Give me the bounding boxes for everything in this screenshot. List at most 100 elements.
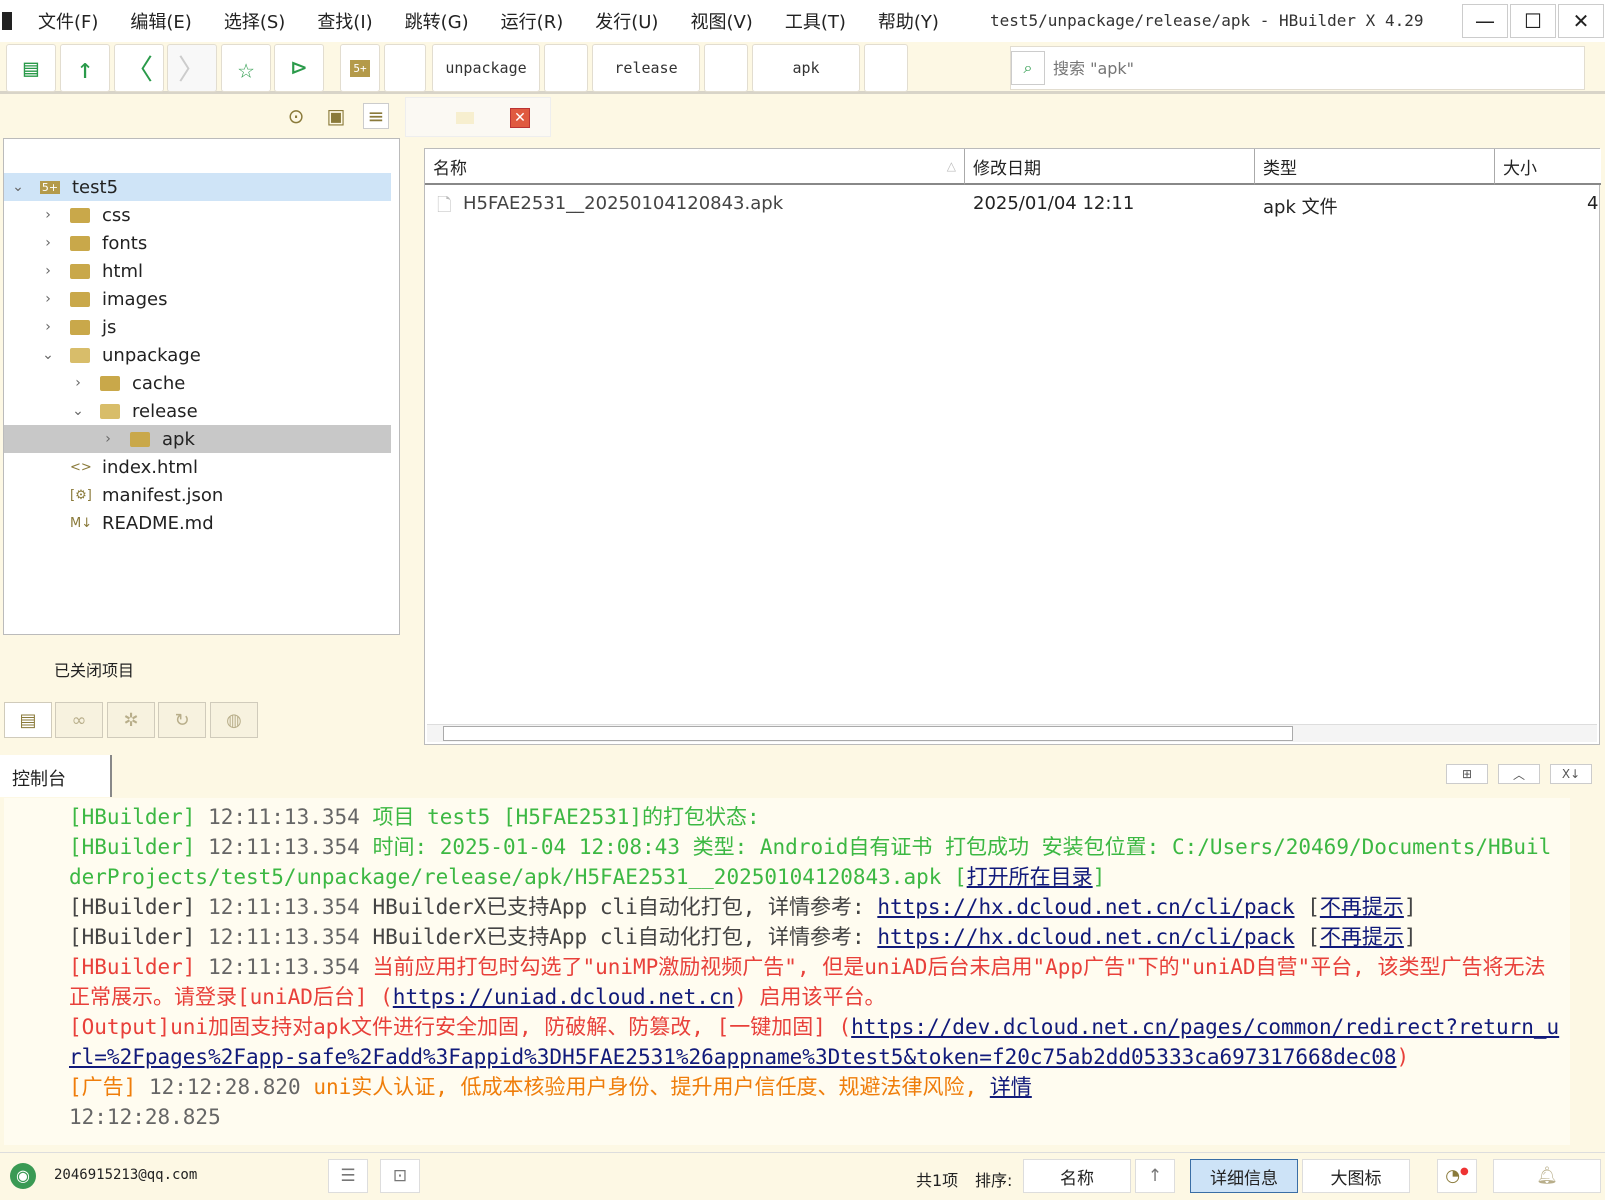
tree-item-label: unpackage: [102, 344, 201, 366]
search-input[interactable]: [1053, 58, 1553, 78]
breadcrumb-apk[interactable]: apk: [752, 44, 860, 92]
column-header-type[interactable]: 类型: [1255, 149, 1495, 185]
tree-item-unpackage[interactable]: ⌄ unpackage: [4, 341, 391, 369]
chevron-right-icon[interactable]: ›: [40, 319, 56, 335]
tree-item-cache[interactable]: › cache: [4, 369, 391, 397]
new-file-button[interactable]: ▤: [6, 44, 56, 92]
back-button[interactable]: 〈: [114, 44, 164, 92]
tree-item-html[interactable]: › html: [4, 257, 391, 285]
tree-item-js[interactable]: › js: [4, 313, 391, 341]
console-collapse-icon[interactable]: ︿: [1498, 764, 1540, 784]
browser-tab[interactable]: ◍: [210, 702, 258, 738]
console-link[interactable]: https://hx.dcloud.net.cn/cli/pack: [877, 925, 1294, 949]
column-header-size[interactable]: 大小: [1495, 149, 1601, 185]
git-tab[interactable]: ↻: [158, 702, 206, 738]
crumb-separator[interactable]: [384, 44, 426, 92]
scrollbar-thumb[interactable]: [443, 726, 1293, 741]
collapse-all-icon[interactable]: ▣: [323, 103, 349, 129]
tree-item-apk[interactable]: › apk: [4, 425, 391, 453]
chevron-down-icon[interactable]: ⌄: [10, 179, 26, 195]
editor-tab[interactable]: ✕: [405, 97, 551, 137]
tree-item-release[interactable]: ⌄ release: [4, 397, 391, 425]
chevron-down-icon[interactable]: ⌄: [70, 403, 86, 419]
notifications-button[interactable]: 🔔︎: [1493, 1159, 1601, 1193]
large-icon-view-button[interactable]: 大图标: [1302, 1159, 1410, 1193]
search-tab[interactable]: ∞: [55, 702, 103, 738]
menu-view[interactable]: 视图(V): [690, 8, 752, 34]
forward-button[interactable]: 〉: [167, 44, 217, 92]
column-header-date[interactable]: 修改日期: [965, 149, 1255, 185]
update-button[interactable]: ◔●: [1437, 1159, 1477, 1193]
console-link[interactable]: 不再提示: [1320, 925, 1404, 949]
up-button[interactable]: ↑: [60, 44, 110, 92]
menu-file[interactable]: 文件(F): [38, 8, 98, 34]
menu-publish[interactable]: 发行(U): [595, 8, 658, 34]
console-link[interactable]: 详情: [990, 1075, 1032, 1099]
menu-select[interactable]: 选择(S): [224, 8, 285, 34]
console-link[interactable]: 打开所在目录: [967, 865, 1093, 889]
console-link[interactable]: https://hx.dcloud.net.cn/cli/pack: [877, 895, 1294, 919]
crumb-separator[interactable]: [864, 44, 908, 92]
console-tab[interactable]: 控制台: [0, 755, 112, 797]
menu-goto[interactable]: 跳转(G): [405, 8, 469, 34]
chevron-right-icon[interactable]: ›: [100, 431, 116, 447]
menu-tools[interactable]: 工具(T): [785, 8, 846, 34]
chevron-right-icon[interactable]: ›: [40, 235, 56, 251]
chevron-right-icon[interactable]: ›: [40, 207, 56, 223]
user-email[interactable]: 2046915213@qq.com: [54, 1167, 197, 1183]
favorite-button[interactable]: ☆: [221, 44, 271, 92]
console-text: 12:11:13.354: [208, 805, 373, 829]
tree-item-index-html[interactable]: <> index.html: [4, 453, 391, 481]
horizontal-scrollbar[interactable]: [427, 724, 1597, 742]
crumb-separator[interactable]: [544, 44, 588, 92]
tree-item-test5[interactable]: ⌄ 5+ test5: [4, 173, 391, 201]
json-file-icon: [⚙]: [70, 487, 92, 503]
maximize-button[interactable]: ☐: [1510, 4, 1556, 38]
search-box[interactable]: ⌕: [1010, 46, 1585, 90]
locate-icon[interactable]: ⊙: [283, 103, 309, 129]
terminal-button[interactable]: ⊡: [380, 1159, 420, 1193]
breadcrumb-release[interactable]: release: [592, 44, 700, 92]
project-manager-tab[interactable]: ▤: [4, 702, 52, 738]
close-window-button[interactable]: ✕: [1558, 4, 1604, 38]
tree-item-images[interactable]: › images: [4, 285, 391, 313]
user-avatar-icon[interactable]: ◉: [10, 1163, 36, 1189]
menu-edit[interactable]: 编辑(E): [130, 8, 191, 34]
sort-field-button[interactable]: 名称: [1023, 1159, 1131, 1193]
tree-item-label: html: [102, 260, 144, 282]
chevron-right-icon[interactable]: ›: [70, 375, 86, 391]
console-line: [广告] 12:12:28.820 uni实人认证, 低成本核验用户身份、提升用…: [69, 1072, 1560, 1102]
menu-find[interactable]: 查找(I): [317, 8, 372, 34]
menu-help[interactable]: 帮助(Y): [878, 8, 939, 34]
console-link[interactable]: https://uniad.dcloud.net.cn: [393, 985, 734, 1009]
run-button[interactable]: ⊳: [274, 44, 324, 92]
console-clear-icon[interactable]: X↓: [1550, 764, 1592, 784]
crumb-separator[interactable]: [704, 44, 748, 92]
tree-item-fonts[interactable]: › fonts: [4, 229, 391, 257]
console-new-icon[interactable]: ⊞: [1446, 764, 1488, 784]
chevron-right-icon[interactable]: ›: [40, 291, 56, 307]
breadcrumb-unpackage[interactable]: unpackage: [432, 44, 540, 92]
list-view-button[interactable]: ☰: [328, 1159, 368, 1193]
console-text: ) 启用该平台。: [734, 985, 886, 1009]
console-text: [HBuilder]: [69, 925, 209, 949]
column-header-name[interactable]: 名称 △: [425, 149, 965, 185]
tree-item-manifest-json[interactable]: [⚙] manifest.json: [4, 481, 391, 509]
chevron-right-icon[interactable]: ›: [40, 263, 56, 279]
chevron-down-icon[interactable]: ⌄: [40, 347, 56, 363]
minimize-button[interactable]: —: [1462, 4, 1508, 38]
sort-direction-button[interactable]: ↑: [1135, 1159, 1175, 1193]
tree-item-label: manifest.json: [102, 484, 224, 506]
menu-icon[interactable]: ≡: [363, 103, 389, 129]
tree-item-css[interactable]: › css: [4, 201, 391, 229]
project-crumb[interactable]: 5+: [340, 44, 380, 92]
debug-tab[interactable]: ✲: [107, 702, 155, 738]
closed-projects-label[interactable]: 已关闭项目: [54, 657, 134, 681]
menu-run[interactable]: 运行(R): [501, 8, 564, 34]
console-text: 12:11:13.354: [208, 835, 373, 859]
tree-item-README-md[interactable]: M↓ README.md: [4, 509, 391, 537]
detail-view-button[interactable]: 详细信息: [1190, 1159, 1298, 1193]
close-tab-icon[interactable]: ✕: [510, 108, 530, 128]
console-link[interactable]: 不再提示: [1320, 895, 1404, 919]
console-text: ): [1396, 1045, 1410, 1069]
